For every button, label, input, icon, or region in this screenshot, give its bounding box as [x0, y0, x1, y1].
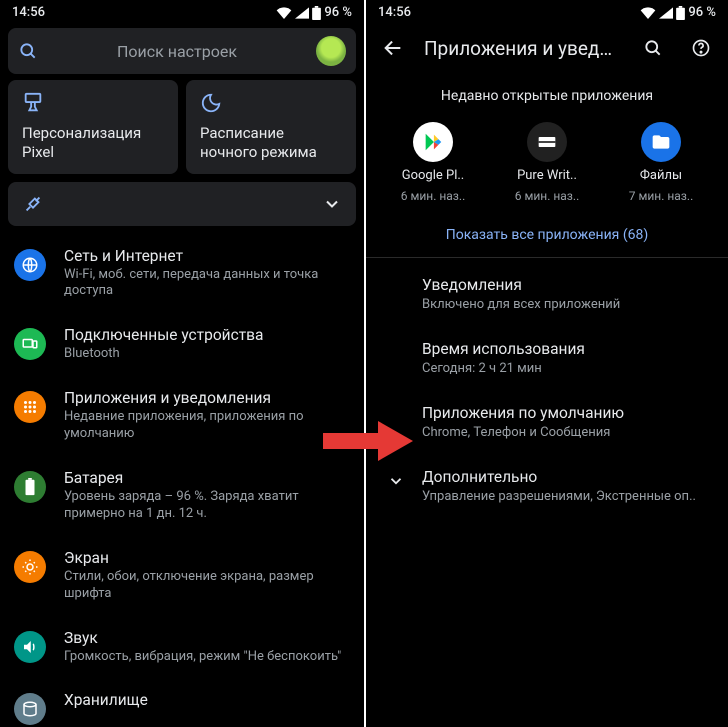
- play-store-icon: [413, 122, 453, 162]
- settings-item-text: Приложения и уведомления Недавние прилож…: [64, 389, 348, 443]
- show-all-apps-button[interactable]: Показать все приложения (68): [366, 227, 728, 243]
- help-icon: [691, 38, 711, 58]
- pure-writer-icon: [527, 122, 567, 162]
- divider: [366, 257, 728, 258]
- quick-card-night-schedule[interactable]: Расписание ночного режима: [186, 80, 356, 174]
- settings-item-text: Подключенные устройства Bluetooth: [64, 326, 348, 363]
- battery-percent: 96 %: [688, 5, 716, 20]
- quick-card-label: Расписание ночного режима: [200, 124, 342, 162]
- status-icons: 96 %: [276, 5, 352, 20]
- row-notifications[interactable]: Уведомления Включено для всех приложений: [366, 262, 728, 326]
- recent-apps-header: Недавно открытые приложения: [366, 88, 728, 104]
- status-icons: 96 %: [640, 5, 716, 20]
- signal-icon: [295, 7, 309, 19]
- search-placeholder: Поиск настроек: [48, 42, 306, 61]
- app-bar: Приложения и уведо...: [366, 22, 728, 74]
- settings-item-text: Экран Стили, обои, отключение экрана, ра…: [64, 549, 348, 603]
- search-button[interactable]: [636, 31, 670, 65]
- battery-icon: [676, 6, 685, 20]
- settings-item-text: Батарея Уровень заряда – 96 %. Заряда хв…: [64, 469, 348, 523]
- profile-avatar[interactable]: [316, 36, 346, 66]
- apps-notifications-screen: 14:56 96 % Приложения и уведо... Недавно…: [364, 0, 728, 727]
- settings-list: Сеть и Интернет Wi-Fi, моб. сети, переда…: [0, 234, 364, 727]
- search-settings-bar[interactable]: Поиск настроек: [8, 28, 356, 74]
- settings-item-sound[interactable]: Звук Громкость, вибрация, режим "Не бесп…: [0, 616, 364, 679]
- settings-item-text: Звук Громкость, вибрация, режим "Не бесп…: [64, 629, 348, 666]
- quick-cards-row: Персонализация Pixel Расписание ночного …: [0, 80, 364, 174]
- battery-icon: [14, 471, 46, 503]
- page-title: Приложения и уведо...: [424, 37, 622, 60]
- status-time: 14:56: [12, 5, 45, 20]
- app-label: Google Pl..: [402, 168, 464, 183]
- settings-item-text: Хранилище: [64, 691, 348, 709]
- settings-item-connected-devices[interactable]: Подключенные устройства Bluetooth: [0, 313, 364, 376]
- settings-item-display[interactable]: Экран Стили, обои, отключение экрана, ра…: [0, 536, 364, 616]
- app-label: Pure Writ..: [517, 168, 577, 183]
- devices-icon: [14, 328, 46, 360]
- settings-item-text: Сеть и Интернет Wi-Fi, моб. сети, переда…: [64, 247, 348, 301]
- brush-icon: [22, 92, 44, 114]
- recent-app-pure-writer[interactable]: Pure Writ.. 6 мин. наз..: [499, 122, 595, 203]
- app-label: Файлы: [640, 168, 682, 183]
- recent-apps-row: Google Pl.. 6 мин. наз.. Pure Writ.. 6 м…: [366, 122, 728, 203]
- chevron-down-icon: [386, 472, 406, 490]
- satellite-icon: [22, 193, 44, 215]
- row-screen-time[interactable]: Время использования Сегодня: 2 ч 21 мин: [366, 326, 728, 390]
- help-button[interactable]: [684, 31, 718, 65]
- quick-links-card[interactable]: [8, 182, 356, 226]
- storage-icon: [14, 693, 46, 725]
- moon-icon: [200, 92, 222, 114]
- search-icon: [18, 41, 38, 61]
- arrow-back-icon: [382, 37, 404, 59]
- recent-app-files[interactable]: Файлы 7 мин. наз..: [613, 122, 709, 203]
- display-icon: [14, 551, 46, 583]
- back-button[interactable]: [376, 31, 410, 65]
- sound-icon: [14, 631, 46, 663]
- signal-icon: [659, 7, 673, 19]
- app-sub: 7 мин. наз..: [629, 189, 693, 203]
- battery-percent: 96 %: [324, 5, 352, 20]
- search-icon: [643, 38, 663, 58]
- chevron-down-icon: [322, 194, 342, 214]
- settings-item-storage[interactable]: Хранилище: [0, 678, 364, 725]
- row-default-apps[interactable]: Приложения по умолчанию Chrome, Телефон …: [366, 390, 728, 454]
- app-sub: 6 мин. наз..: [515, 189, 579, 203]
- apps-icon: [14, 391, 46, 423]
- files-icon: [641, 122, 681, 162]
- settings-item-apps-notifications[interactable]: Приложения и уведомления Недавние прилож…: [0, 376, 364, 456]
- row-advanced[interactable]: Дополнительно Управление разрешениями, Э…: [366, 454, 728, 518]
- wifi-icon: [640, 7, 656, 19]
- quick-card-personalization[interactable]: Персонализация Pixel: [8, 80, 178, 174]
- settings-main-screen: 14:56 96 % Поиск настроек Персонализация…: [0, 0, 364, 727]
- settings-item-battery[interactable]: Батарея Уровень заряда – 96 %. Заряда хв…: [0, 456, 364, 536]
- wifi-icon: [276, 7, 292, 19]
- status-time: 14:56: [378, 5, 411, 20]
- status-bar: 14:56 96 %: [366, 0, 728, 22]
- settings-item-network[interactable]: Сеть и Интернет Wi-Fi, моб. сети, переда…: [0, 234, 364, 314]
- recent-app-google-play[interactable]: Google Pl.. 6 мин. наз..: [385, 122, 481, 203]
- battery-icon: [312, 6, 321, 20]
- app-sub: 6 мин. наз..: [401, 189, 465, 203]
- status-bar: 14:56 96 %: [0, 0, 364, 22]
- globe-icon: [14, 249, 46, 281]
- quick-card-label: Персонализация Pixel: [22, 124, 164, 162]
